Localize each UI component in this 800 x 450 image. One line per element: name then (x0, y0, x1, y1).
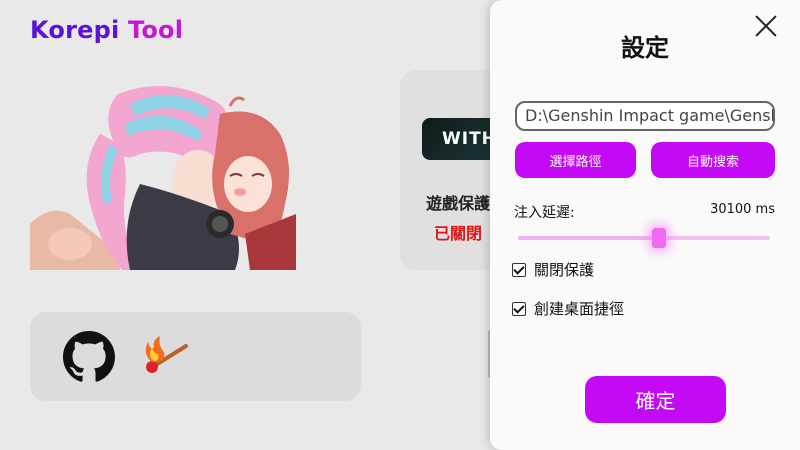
app-title-part2: Tool (127, 16, 184, 44)
checkbox-checked-icon[interactable] (512, 301, 526, 316)
github-icon[interactable] (63, 331, 115, 387)
game-path-input[interactable]: D:\Genshin Impact game\Genshin (515, 101, 775, 131)
settings-panel: 設定 D:\Genshin Impact game\Genshin 選擇路徑 自… (490, 0, 800, 450)
auto-search-button[interactable]: 自動搜索 (651, 142, 775, 178)
create-shortcut-checkbox[interactable]: 創建桌面捷徑 (512, 298, 624, 319)
disable-protection-label: 關閉保護 (534, 261, 595, 279)
confirm-button[interactable]: 確定 (585, 376, 726, 423)
injection-delay-slider[interactable] (518, 228, 770, 248)
browse-path-button[interactable]: 選擇路徑 (515, 142, 636, 178)
app-title-part1: Korepi (30, 16, 120, 44)
match-icon[interactable] (138, 334, 190, 382)
settings-title: 設定 (621, 34, 669, 62)
hero-illustration (30, 84, 296, 270)
injection-delay-label: 注入延遲: (514, 205, 575, 221)
checkbox-checked-icon[interactable] (512, 262, 526, 277)
links-panel (30, 312, 361, 401)
app-title: Korepi Tool (30, 16, 183, 44)
disable-protection-checkbox[interactable]: 關閉保護 (512, 259, 594, 280)
slider-thumb[interactable] (652, 228, 667, 248)
protection-status: 已關閉 (434, 224, 483, 243)
protection-label: 遊戲保護 (426, 194, 491, 213)
create-shortcut-label: 創建桌面捷徑 (534, 300, 625, 318)
slider-fill (518, 236, 660, 240)
injection-delay-value: 30100 ms (710, 202, 775, 217)
